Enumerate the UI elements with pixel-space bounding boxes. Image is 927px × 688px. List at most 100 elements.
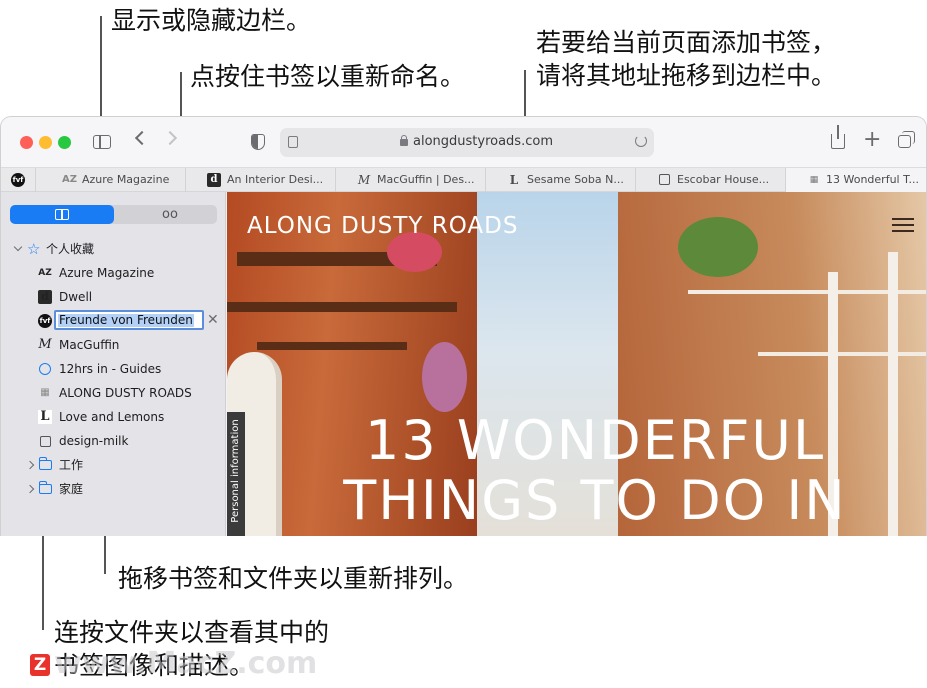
tab-label: An Interior Desi... xyxy=(227,173,324,186)
bookmark-label: design-milk xyxy=(59,434,129,448)
bookmark-label: ALONG DUSTY ROADS xyxy=(59,386,192,400)
headline-line2: THINGS TO DO IN xyxy=(343,469,847,532)
watermark-text: www.MacZ.com xyxy=(54,646,318,681)
white-post xyxy=(888,252,898,536)
book-icon xyxy=(55,209,69,220)
tab-label: MacGuffin | Des... xyxy=(377,173,475,186)
callout-add-bookmark-line2: 请将其地址拖移到边栏中。 xyxy=(536,61,837,90)
sidebar-favorites-header[interactable]: ☆ 个人收藏 xyxy=(1,238,226,260)
watermark-logo-icon: Z xyxy=(30,654,50,676)
sidebar-item-dwell[interactable]: d Dwell xyxy=(1,286,226,308)
side-tab-label: Personal information xyxy=(230,419,241,523)
back-chevron-icon[interactable] xyxy=(134,130,150,146)
rename-selected-text[interactable]: Freunde von Freunden xyxy=(58,314,194,327)
sidebar-item-12hrs-guides[interactable]: 12hrs in - Guides xyxy=(1,358,226,380)
headline-line1: 13 WONDERFUL xyxy=(364,409,826,472)
toolbar: alongdustyroads.com + xyxy=(1,117,926,167)
callout-rearrange: 拖移书签和文件夹以重新排列。 xyxy=(118,564,469,593)
tab-favicon-dwell: d xyxy=(207,173,221,187)
tab-13-wonderful[interactable]: ▦ 13 Wonderful T... xyxy=(785,168,926,192)
web-page-content[interactable]: ALONG DUSTY ROADS 13 WONDERFUL THINGS TO… xyxy=(227,192,926,536)
grid-icon: ▦ xyxy=(809,175,819,185)
disclosure-closed-icon[interactable] xyxy=(25,484,35,494)
azure-favicon-icon: AZ xyxy=(38,268,52,278)
bag-icon xyxy=(659,174,670,185)
callout-view-folder-line1: 连按文件夹以查看其中的 xyxy=(54,618,330,647)
macguffin-favicon-icon: M xyxy=(38,337,52,352)
sidebar-folder-work[interactable]: 工作 xyxy=(1,454,226,476)
tab-favicon-azure: AZ xyxy=(62,174,77,185)
sidebar-toggle-icon[interactable] xyxy=(93,135,111,149)
folder-label: 工作 xyxy=(59,458,84,472)
sidebar-item-macguffin[interactable]: M MacGuffin xyxy=(1,334,226,356)
bookmark-label: Dwell xyxy=(59,290,93,304)
privacy-shield-icon[interactable] xyxy=(251,134,265,150)
sidebar-item-along-dusty-roads[interactable]: ▦ ALONG DUSTY ROADS xyxy=(1,382,226,404)
safari-window: alongdustyroads.com + fvf AZ Azure Magaz… xyxy=(0,116,927,536)
tab-sesame-soba[interactable]: L Sesame Soba N... xyxy=(485,168,635,192)
tab-bar: fvf AZ Azure Magazine d An Interior Desi… xyxy=(1,167,926,192)
bookmark-label: 12hrs in - Guides xyxy=(59,362,162,376)
bookmark-label: MacGuffin xyxy=(59,338,120,352)
folder-icon xyxy=(39,457,52,470)
tab-macguffin[interactable]: M MacGuffin | Des... xyxy=(335,168,485,192)
tab-label: 13 Wonderful T... xyxy=(826,173,920,186)
hamburger-menu-icon[interactable] xyxy=(892,218,914,232)
sidebar-folder-family[interactable]: 家庭 xyxy=(1,478,226,500)
reload-icon[interactable] xyxy=(635,135,647,147)
tab-label: Sesame Soba N... xyxy=(527,173,624,186)
leader-line-sidebar xyxy=(100,16,102,130)
tab-label: Escobar House... xyxy=(677,173,770,186)
share-icon[interactable] xyxy=(831,125,845,149)
callout-rename-bookmark: 点按住书签以重新命名。 xyxy=(190,62,466,91)
balcony-rail xyxy=(758,352,926,356)
sidebar-item-love-and-lemons[interactable]: L Love and Lemons xyxy=(1,406,226,428)
address-text[interactable]: alongdustyroads.com xyxy=(413,133,553,151)
tab-label: Azure Magazine xyxy=(82,173,170,186)
bag-icon xyxy=(40,436,51,447)
globe-icon xyxy=(39,363,51,375)
new-tab-plus-icon[interactable]: + xyxy=(863,129,881,151)
tab-pinned[interactable]: fvf xyxy=(1,168,35,192)
fvf-favicon-icon: fvf xyxy=(38,314,52,328)
address-bar[interactable]: alongdustyroads.com xyxy=(280,128,654,157)
tab-azure-magazine[interactable]: AZ Azure Magazine xyxy=(35,168,185,192)
tab-overview-icon[interactable] xyxy=(898,131,915,148)
callout-show-hide-sidebar: 显示或隐藏边栏。 xyxy=(111,6,312,35)
close-window-button[interactable] xyxy=(20,136,33,149)
callout-add-bookmark-line1: 若要给当前页面添加书签， xyxy=(536,28,837,57)
bookmarks-segment[interactable] xyxy=(10,205,114,224)
sidebar-item-azure-magazine[interactable]: AZ Azure Magazine xyxy=(1,262,226,284)
love-lemons-favicon-icon: L xyxy=(38,410,52,424)
site-logo[interactable]: ALONG DUSTY ROADS xyxy=(247,212,518,240)
folder-icon xyxy=(39,481,52,494)
bookmark-label: Azure Magazine xyxy=(59,266,155,280)
disclosure-closed-icon[interactable] xyxy=(25,460,35,470)
fvf-favicon-icon: fvf xyxy=(11,173,25,187)
lock-icon xyxy=(400,135,408,146)
favorites-label: 个人收藏 xyxy=(46,242,95,256)
tab-interior-design[interactable]: d An Interior Desi... xyxy=(185,168,335,192)
palm-foliage-image xyxy=(678,217,758,277)
folder-label: 家庭 xyxy=(59,482,84,496)
reader-page-icon[interactable] xyxy=(288,136,298,148)
sidebar-item-freunde-von-freunden[interactable]: fvf Freunde von Freunden ✕ xyxy=(1,310,226,332)
disclosure-open-icon[interactable] xyxy=(13,242,23,252)
reading-list-glasses-icon[interactable]: oo xyxy=(162,205,178,224)
sidebar-item-design-milk[interactable]: design-milk xyxy=(1,430,226,452)
clear-text-close-icon[interactable]: ✕ xyxy=(207,310,219,330)
tab-favicon-macguffin: M xyxy=(357,173,371,187)
dwell-favicon-icon: d xyxy=(38,290,52,304)
sidebar: oo ☆ 个人收藏 AZ Azure Magazine d Dwell fvf … xyxy=(1,192,226,536)
balcony-beam xyxy=(227,302,457,312)
minimize-window-button[interactable] xyxy=(39,136,52,149)
bookmark-label: Love and Lemons xyxy=(59,410,165,424)
rename-bookmark-field[interactable]: Freunde von Freunden xyxy=(54,310,204,330)
zoom-window-button[interactable] xyxy=(58,136,71,149)
tab-favicon-love-lemons: L xyxy=(509,173,519,187)
flower-box-image xyxy=(422,342,467,412)
personal-info-side-tab[interactable]: Personal information xyxy=(227,412,245,536)
forward-chevron-icon[interactable] xyxy=(162,130,178,146)
star-icon: ☆ xyxy=(27,240,41,258)
tab-escobar-house[interactable]: Escobar House... xyxy=(635,168,785,192)
